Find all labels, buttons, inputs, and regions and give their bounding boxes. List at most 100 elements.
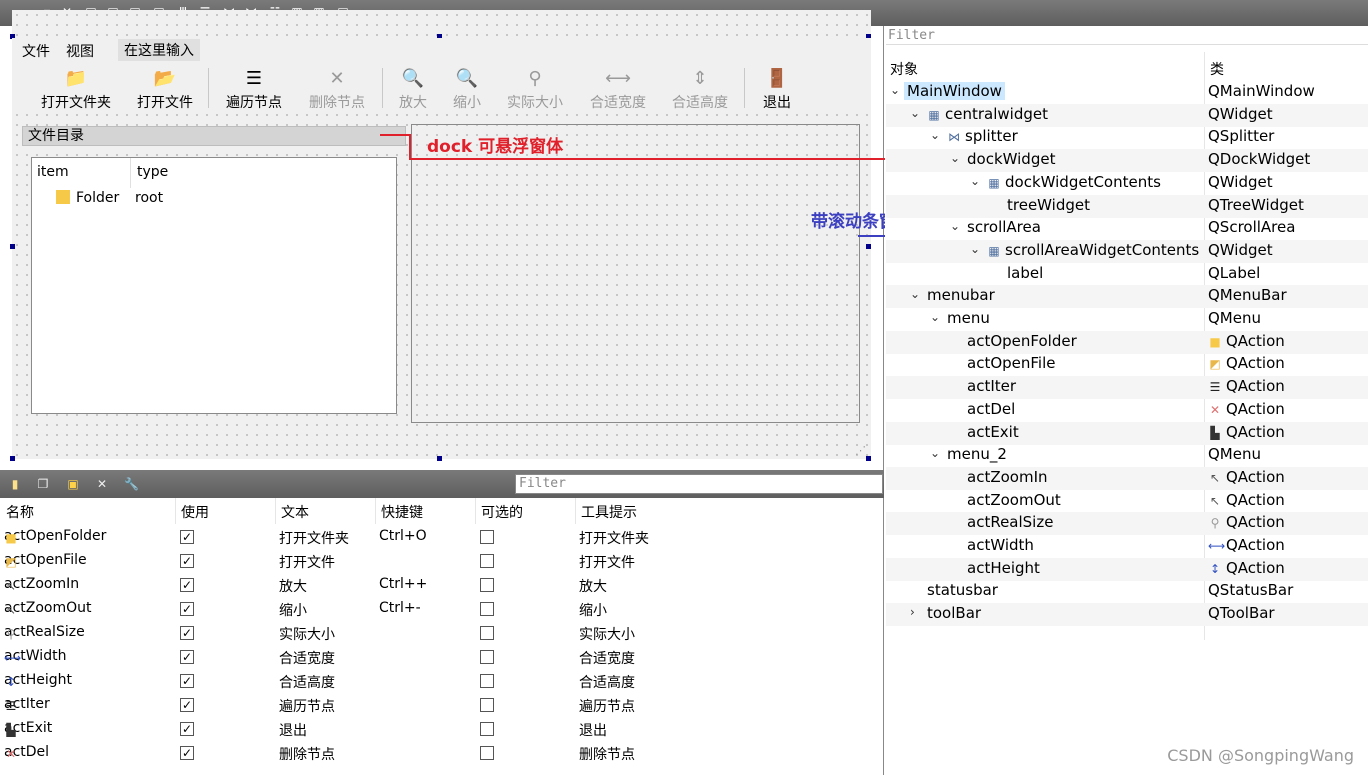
action-row[interactable]: ↖ actZoomOut ✓ 缩小 Ctrl+- 缩小 <box>0 597 884 621</box>
col-header-text[interactable]: 文本 <box>281 502 309 522</box>
tree-header-item[interactable]: item <box>37 164 69 180</box>
object-row[interactable]: actWidth ⟷QAction <box>886 535 1368 558</box>
chevron-down-icon[interactable]: ⌄ <box>930 446 940 460</box>
resize-handle[interactable] <box>866 456 871 461</box>
toolbar-button-width[interactable]: ⟷ 合适宽度 <box>586 66 650 112</box>
chevron-down-icon[interactable]: ⌄ <box>970 242 980 256</box>
toolbar-button-folder[interactable]: 📁 打开文件夹 <box>36 66 116 112</box>
delete-action-icon[interactable]: ✕ <box>95 477 109 491</box>
copy-action-icon[interactable]: ❐ <box>36 477 50 491</box>
dock-title[interactable]: 文件目录 <box>22 126 406 146</box>
action-row[interactable]: ↖ actZoomIn ✓ 放大 Ctrl++ 放大 <box>0 573 884 597</box>
object-row[interactable]: actOpenFolder ■ QAction <box>886 330 1368 354</box>
object-row[interactable]: actRealSize ⚲ QAction <box>886 512 1368 536</box>
object-row[interactable]: ⌄ ▦ dockWidgetContents QWidget <box>886 172 1368 195</box>
object-row[interactable]: label QLabel <box>886 263 1368 286</box>
toolbar-button-zoom-in[interactable]: 🔍 放大 <box>396 66 430 112</box>
chevron-down-icon[interactable]: ⌄ <box>930 310 940 324</box>
object-row[interactable]: ⌄ ⋈ splitter QSplitter <box>886 126 1368 149</box>
object-row[interactable]: ⌄ menubar QMenuBar <box>886 285 1368 309</box>
toolbar-button-list[interactable]: ☰ 遍历节点 <box>222 66 286 112</box>
checkable-checkbox[interactable] <box>480 722 494 736</box>
action-row[interactable]: ⚲ actRealSize ✓ 实际大小 实际大小 <box>0 621 884 645</box>
checkable-checkbox[interactable] <box>480 626 494 640</box>
object-row[interactable]: actExit ▙ QAction <box>886 421 1368 445</box>
col-header-tooltip[interactable]: 工具提示 <box>581 502 637 522</box>
checkable-checkbox[interactable] <box>480 698 494 712</box>
toolbar-button-exit[interactable]: 🚪 退出 <box>760 66 794 112</box>
chevron-right-icon[interactable]: › <box>910 605 915 619</box>
chevron-down-icon[interactable]: ⌄ <box>970 174 980 188</box>
used-checkbox[interactable]: ✓ <box>180 626 194 640</box>
object-row[interactable]: ⌄ menu QMenu <box>886 308 1368 331</box>
toolbar-button-open-file[interactable]: 📂 打开文件 <box>134 66 196 112</box>
tree-row[interactable]: Folder <box>56 190 119 206</box>
action-row[interactable]: ▙ actExit ✓ 退出 退出 <box>0 717 884 741</box>
checkable-checkbox[interactable] <box>480 650 494 664</box>
toolbar-button-zoom-out[interactable]: 🔍 缩小 <box>450 66 484 112</box>
object-row[interactable]: actZoomIn ↖ QAction <box>886 466 1368 490</box>
object-row[interactable]: actHeight ↕ QAction <box>886 557 1368 581</box>
used-checkbox[interactable]: ✓ <box>180 602 194 616</box>
col-header-used[interactable]: 使用 <box>181 502 209 522</box>
tree-widget[interactable]: item type Folder root <box>31 157 397 414</box>
used-checkbox[interactable]: ✓ <box>180 674 194 688</box>
menu-type-here[interactable]: 在这里输入 <box>118 39 200 61</box>
chevron-down-icon[interactable]: ⌄ <box>910 106 920 120</box>
object-row[interactable]: treeWidget QTreeWidget <box>886 194 1368 218</box>
object-row[interactable]: ⌄ MainWindow QMainWindow <box>886 81 1368 104</box>
chevron-down-icon[interactable]: ⌄ <box>950 151 960 165</box>
toolbar-button-delete[interactable]: ✕ 删除节点 <box>306 66 368 112</box>
chevron-down-icon[interactable]: ⌄ <box>910 287 920 301</box>
action-row[interactable]: ✕ actDel ✓ 删除节点 删除节点 <box>0 741 884 765</box>
used-checkbox[interactable]: ✓ <box>180 746 194 760</box>
checkable-checkbox[interactable] <box>480 602 494 616</box>
action-row[interactable]: ☰ actIter ✓ 遍历节点 遍历节点 <box>0 693 884 717</box>
toolbar-button-height[interactable]: ⇕ 合适高度 <box>668 66 732 112</box>
resize-handle[interactable] <box>10 244 15 249</box>
chevron-down-icon[interactable]: ⌄ <box>950 219 960 233</box>
tree-header-type[interactable]: type <box>137 164 168 180</box>
menu-view[interactable]: 视图 <box>66 41 94 61</box>
object-row[interactable]: › toolBar QToolBar <box>886 603 1368 627</box>
chevron-down-icon[interactable]: ⌄ <box>890 83 900 97</box>
action-row[interactable]: ■ actOpenFolder ✓ 打开文件夹 Ctrl+O 打开文件夹 <box>0 525 884 549</box>
checkable-checkbox[interactable] <box>480 554 494 568</box>
size-grip-icon[interactable]: ⋰ <box>855 444 866 457</box>
used-checkbox[interactable]: ✓ <box>180 530 194 544</box>
resize-handle[interactable] <box>437 456 442 461</box>
chevron-down-icon[interactable]: ⌄ <box>930 128 940 142</box>
inspector-header-object[interactable]: 对象 <box>890 59 918 79</box>
object-row[interactable]: actOpenFile ◩ QAction <box>886 353 1368 376</box>
col-header-checkable[interactable]: 可选的 <box>481 502 523 522</box>
configure-icon[interactable]: 🔧 <box>124 477 139 491</box>
object-row[interactable]: ⌄ ▦ scrollAreaWidgetContents QWidget <box>886 239 1368 263</box>
checkable-checkbox[interactable] <box>480 674 494 688</box>
paste-action-icon[interactable]: ▣ <box>66 477 80 491</box>
action-filter-input[interactable]: Filter <box>515 474 883 494</box>
action-row[interactable]: ↕ actHeight ✓ 合适高度 合适高度 <box>0 669 884 693</box>
used-checkbox[interactable]: ✓ <box>180 578 194 592</box>
used-checkbox[interactable]: ✓ <box>180 554 194 568</box>
new-action-icon[interactable]: ▮ <box>8 477 22 491</box>
checkable-checkbox[interactable] <box>480 530 494 544</box>
resize-handle[interactable] <box>10 456 15 461</box>
object-row[interactable]: actDel ✕ QAction <box>886 399 1368 422</box>
checkable-checkbox[interactable] <box>480 578 494 592</box>
inspector-header-class[interactable]: 类 <box>1210 59 1224 79</box>
used-checkbox[interactable]: ✓ <box>180 698 194 712</box>
inspector-filter-input[interactable]: Filter <box>886 27 1368 45</box>
object-row[interactable]: ⌄ menu_2 QMenu <box>886 444 1368 467</box>
checkable-checkbox[interactable] <box>480 746 494 760</box>
used-checkbox[interactable]: ✓ <box>180 650 194 664</box>
action-row[interactable]: ◩ actOpenFile ✓ 打开文件 打开文件 <box>0 549 884 573</box>
object-row[interactable]: actIter ☰ QAction <box>886 376 1368 400</box>
object-row[interactable]: actZoomOut ↖ QAction <box>886 490 1368 513</box>
object-row[interactable]: ⌄ dockWidget QDockWidget <box>886 149 1368 173</box>
object-row[interactable]: statusbar QStatusBar <box>886 580 1368 603</box>
object-row[interactable]: ⌄ ▦ centralwidget QWidget <box>886 103 1368 127</box>
action-row[interactable]: ⟷ actWidth ✓ 合适宽度 合适宽度 <box>0 645 884 669</box>
used-checkbox[interactable]: ✓ <box>180 722 194 736</box>
toolbar-button-real-size[interactable]: ⚲ 实际大小 <box>502 66 568 112</box>
col-header-name[interactable]: 名称 <box>6 502 34 522</box>
